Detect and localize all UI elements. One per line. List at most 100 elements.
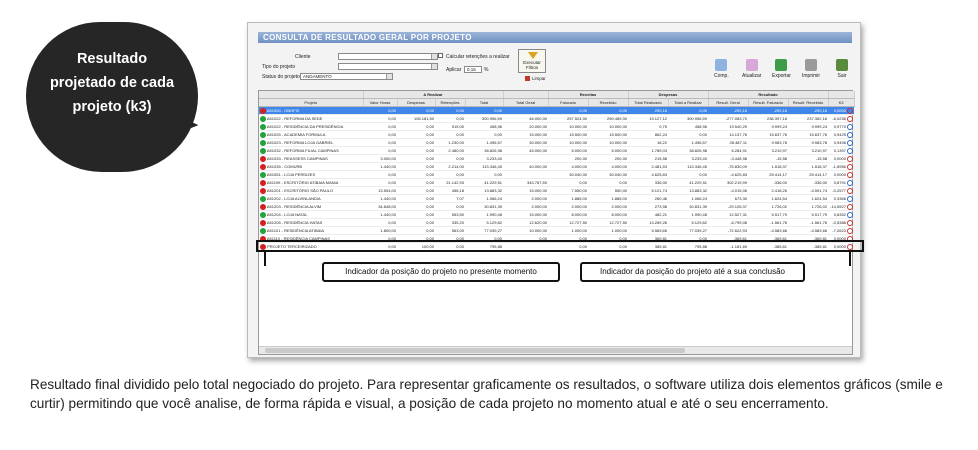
table-cell: 38.826,98 [668,146,709,155]
table-row[interactable]: A51035 - COMURB 1.440,00 0,00 2.214,00 113.3… [259,162,855,171]
table-row[interactable]: A51204 - LOJA NATAL 1.440,00 0,00 553,50 1.9… [259,210,855,219]
column-header[interactable]: Total Realizado [628,98,669,107]
column-header[interactable]: Result. Geral [708,98,749,107]
table-row[interactable]: A51201 - ESCRITÓRIO SÃO PAULO 13.504,00 0,… [259,186,855,195]
executar-filtros-button[interactable]: Executar Filtros [518,49,546,73]
table-cell: 2.481,53 [628,162,669,171]
results-table: A Realizar Receitas Despesas Resultado P… [259,91,855,251]
table-cell: 7.550,00 [548,186,589,195]
table-row[interactable]: A51025 - ACADEMIA FORMULA 0,00 0,00 0,00 0,0… [259,130,855,139]
table-cell: 915,00 [435,122,465,131]
table-cell: -72.622,93 [708,226,749,235]
table-cell: 1.885,00 [588,194,629,203]
table-row[interactable]: A51032 - REFORMA FILIAL CAMPINAS 0,00 0,00… [259,146,855,155]
column-header[interactable]: Despesas [397,98,436,107]
table-row[interactable]: A51051 - LOJA PERDIZES 0,00 0,00 0,00 0,00 30… [259,170,855,179]
table-row[interactable]: A51203 - RESIDÊNCIA ALVIM 34.848,00 0,00 0,… [259,202,855,211]
column-header[interactable]: Projeto [259,98,364,107]
k3-value: 0,8791 [833,180,846,185]
table-cell: 5.121,74 [628,186,669,195]
table-cell: 1.066,24 [465,194,504,203]
table-cell: 2.418,26 [748,186,789,195]
table-cell: 0,00 [397,106,435,115]
scrollbar-thumb[interactable] [265,348,685,353]
status-select[interactable]: ANDAMENTO [300,73,393,80]
table-row[interactable]: A51199 - ESCRITÓRIO ATIBAIA MANIA 0,00 0,0… [259,178,855,187]
horizontal-scrollbar[interactable] [259,346,852,354]
limpar-button[interactable]: Limpar [525,76,546,81]
table-cell: 30.040,00 [588,170,629,179]
table-cell: 10.000,00 [548,122,589,131]
imprimir-button[interactable]: Imprimir [802,59,820,79]
table-cell: 0,00 [397,130,435,139]
table-row[interactable]: A51000 - OBOFIX 0,00 0,00 0,00 0,00 0,00 0,00 2… [259,106,855,115]
table-cell: 0,00 [363,138,397,147]
bubble-line-3: projeto (k3) [72,99,152,115]
table-cell: 0,00 [363,170,397,179]
table-cell: 1.518,37 [788,162,829,171]
table-cell: 4.625,83 [628,170,669,179]
table-row[interactable]: A51101 - RESIDÊNCIA ATIBAIA 1.800,00 0,00 5… [259,226,855,235]
table-cell: -4.015,06 [708,186,749,195]
table-cell: 458,96 [668,122,709,131]
table-row[interactable]: A51205 - RESIDÊNCIA HATAS 0,00 0,00 335,20 5… [259,218,855,227]
atualizar-button[interactable]: Atualizar [742,59,761,79]
table-row[interactable]: A51202 - LOJA ALVINLANDIA 1.440,00 0,00 7,0… [259,194,855,203]
smile-happy-icon [260,195,266,202]
table-cell: -7,2623 [828,226,855,235]
chevron-down-icon[interactable] [431,64,437,69]
column-header[interactable]: Total Geral [503,98,549,107]
table-row[interactable]: A51023 - REFORMA LOJA GABRIEL 0,00 0,00 1.2… [259,138,855,147]
project-name: A51204 - LOJA NATAL [266,212,308,217]
table-row[interactable]: A51033 - REASSESS CAMPINAS 3.000,00 0,00 0,… [259,154,855,163]
column-header[interactable]: K3 [828,98,855,107]
table-cell: 12.527,31 [708,210,749,219]
tipo-label: Tipo do projeto [262,64,296,70]
table-cell: 10.000,00 [503,226,549,235]
smile-happy-icon [260,123,266,130]
column-header[interactable]: Faturado [548,98,589,107]
table-cell [503,154,549,163]
group-empty [828,91,855,99]
k3-value: -1,8956 [832,164,846,169]
comp-button[interactable]: Comp. [714,59,729,79]
table-cell: 113.346,45 [465,162,504,171]
exportar-button[interactable]: Exportar [772,59,791,79]
column-header[interactable]: Result. Faturado [748,98,789,107]
table-row[interactable]: A51022 - REFORMA DA SEDE 0,00 105.181,50 0,… [259,114,855,123]
k3-value: 0,0000 [833,156,846,161]
table-row[interactable]: A51022 - RESIDÊNCIA DA PRESIDÊNCIA 0,00 0,… [259,122,855,131]
table-cell: 105.181,50 [397,114,435,123]
table-cell: -29.105,37 [708,202,749,211]
project-cell: A51203 - RESIDÊNCIA ALVIM [259,202,363,211]
aplicar-input[interactable]: 0,15 [464,66,482,73]
tipo-select[interactable] [338,63,438,70]
cliente-select[interactable] [338,53,438,60]
table-cell: 25.414,17 [748,170,789,179]
column-header[interactable]: Retenções [435,98,466,107]
column-header[interactable]: Total [465,98,504,107]
column-header[interactable]: Recebido [588,98,629,107]
column-header[interactable]: Result. Recebido [788,98,829,107]
table-cell: 0,00 [363,114,397,123]
table-cell: 1.624,54 [748,194,789,203]
smile-sad-icon [260,187,266,194]
project-name: A51025 - ACADEMIA FORMULA [266,132,326,137]
table-cell: 12.727,50 [548,218,589,227]
chevron-down-icon[interactable] [431,54,437,59]
calcular-checkbox[interactable] [438,53,443,58]
highlight-frame [256,240,864,252]
chevron-down-icon[interactable] [386,74,392,79]
calcular-label: Calcular retenções a realizar [446,54,510,60]
table-cell: -1.561,76 [788,218,829,227]
smile-sad-icon [260,203,266,210]
table-cell: 0,00 [465,106,504,115]
column-header[interactable]: Valor Horas [363,98,398,107]
column-header[interactable]: Total a Realizar [668,98,709,107]
table-cell: 13.883,32 [668,186,709,195]
table-cell: 5.129,82 [668,218,709,227]
table-cell: 25.414,17 [788,170,829,179]
sair-button[interactable]: Sair [836,59,848,79]
project-cell: A51201 - ESCRITÓRIO SÃO PAULO [259,186,363,195]
table-cell: 9.999,24 [788,122,829,131]
